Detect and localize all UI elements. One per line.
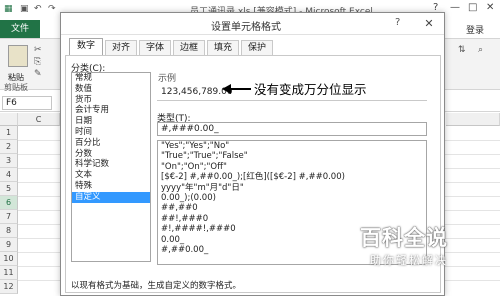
category-item[interactable]: 时间: [72, 127, 150, 138]
category-item[interactable]: 数值: [72, 84, 150, 95]
login-link[interactable]: 登录: [466, 23, 484, 36]
sort-icon[interactable]: ⇅: [458, 45, 466, 55]
excel-logo-icon: ▦: [4, 4, 13, 14]
category-item[interactable]: 常规: [72, 73, 150, 84]
column-header-c[interactable]: C: [18, 113, 60, 126]
restore-button[interactable]: □: [468, 2, 477, 13]
format-code-item[interactable]: [$€-2] #,##0.00_);[红色]([$€-2] #,##0.00): [158, 172, 426, 182]
format-code-item[interactable]: "True";"True";"False": [158, 151, 426, 161]
category-item[interactable]: 货币: [72, 95, 150, 106]
window-close-button[interactable]: ✕: [486, 2, 494, 13]
clipboard-group-label: 剪贴板: [4, 83, 28, 92]
tab-alignment[interactable]: 对齐: [105, 40, 137, 56]
category-item[interactable]: 会计专用: [72, 105, 150, 116]
category-item[interactable]: 百分比: [72, 138, 150, 149]
row-header[interactable]: 7: [0, 210, 18, 224]
format-code-item[interactable]: "Yes";"Yes";"No": [158, 141, 426, 151]
row-header[interactable]: 1: [0, 126, 18, 140]
column-header-right[interactable]: [446, 113, 500, 126]
custom-format-hint: 以现有格式为基础，生成自定义的数字格式。: [71, 281, 242, 291]
name-box[interactable]: F6: [2, 96, 52, 110]
undo-icon[interactable]: ↶: [34, 4, 44, 14]
format-code-item[interactable]: 0.00_);(0.00): [158, 193, 426, 203]
category-item[interactable]: 日期: [72, 116, 150, 127]
row-header[interactable]: 5: [0, 182, 18, 196]
category-item-selected[interactable]: 自定义: [72, 191, 150, 203]
copy-icon[interactable]: ⎘: [34, 57, 41, 67]
select-all-corner[interactable]: [0, 113, 18, 126]
format-code-item[interactable]: "On";"On";"Off": [158, 162, 426, 172]
row-header[interactable]: 8: [0, 224, 18, 238]
tab-font[interactable]: 字体: [139, 40, 171, 56]
category-list[interactable]: 常规 数值 货币 会计专用 日期 时间 百分比 分数 科学记数 文本 特殊 自定…: [71, 72, 151, 262]
category-item[interactable]: 科学记数: [72, 159, 150, 170]
file-tab[interactable]: 文件: [0, 20, 40, 38]
watermark-subtitle: 助你轻松解决: [370, 254, 448, 267]
row-header-selected[interactable]: 6: [0, 196, 18, 210]
tab-border[interactable]: 边框: [173, 40, 205, 56]
annotation-text: 没有变成万分位显示: [254, 82, 367, 97]
dialog-title: 设置单元格格式: [211, 22, 281, 33]
category-item[interactable]: 文本: [72, 170, 150, 181]
row-header[interactable]: 4: [0, 168, 18, 182]
tab-number[interactable]: 数字: [69, 38, 103, 56]
format-painter-icon[interactable]: ✎: [34, 69, 42, 79]
dialog-help-button[interactable]: ?: [395, 17, 400, 28]
annotation-arrow-icon: [222, 84, 251, 94]
type-input[interactable]: #,###0.00_: [157, 122, 427, 136]
save-icon[interactable]: ▣: [20, 4, 30, 14]
paste-icon[interactable]: [8, 45, 28, 67]
row-header[interactable]: 9: [0, 238, 18, 252]
cut-icon[interactable]: ✂: [34, 45, 42, 55]
minimize-button[interactable]: —: [450, 2, 460, 13]
row-header[interactable]: 10: [0, 252, 18, 266]
watermark: 百科全说 助你轻松解决: [352, 222, 472, 272]
category-item[interactable]: 特殊: [72, 181, 150, 192]
category-item[interactable]: 分数: [72, 149, 150, 160]
tab-fill[interactable]: 填充: [207, 40, 239, 56]
dialog-close-button[interactable]: ✕: [419, 16, 439, 32]
tab-protection[interactable]: 保护: [241, 40, 273, 56]
row-header[interactable]: 3: [0, 154, 18, 168]
redo-icon[interactable]: ↷: [48, 4, 58, 14]
format-code-item[interactable]: ##,##0: [158, 203, 426, 213]
find-icon[interactable]: ⌕: [478, 45, 483, 55]
row-header[interactable]: 11: [0, 266, 18, 280]
format-code-item[interactable]: yyyy"年"m"月"d"日": [158, 183, 426, 193]
row-header[interactable]: 12: [0, 280, 18, 294]
row-header[interactable]: 2: [0, 140, 18, 154]
dialog-titlebar: 设置单元格格式 ? ✕: [61, 13, 444, 35]
watermark-title: 百科全说: [360, 226, 448, 250]
